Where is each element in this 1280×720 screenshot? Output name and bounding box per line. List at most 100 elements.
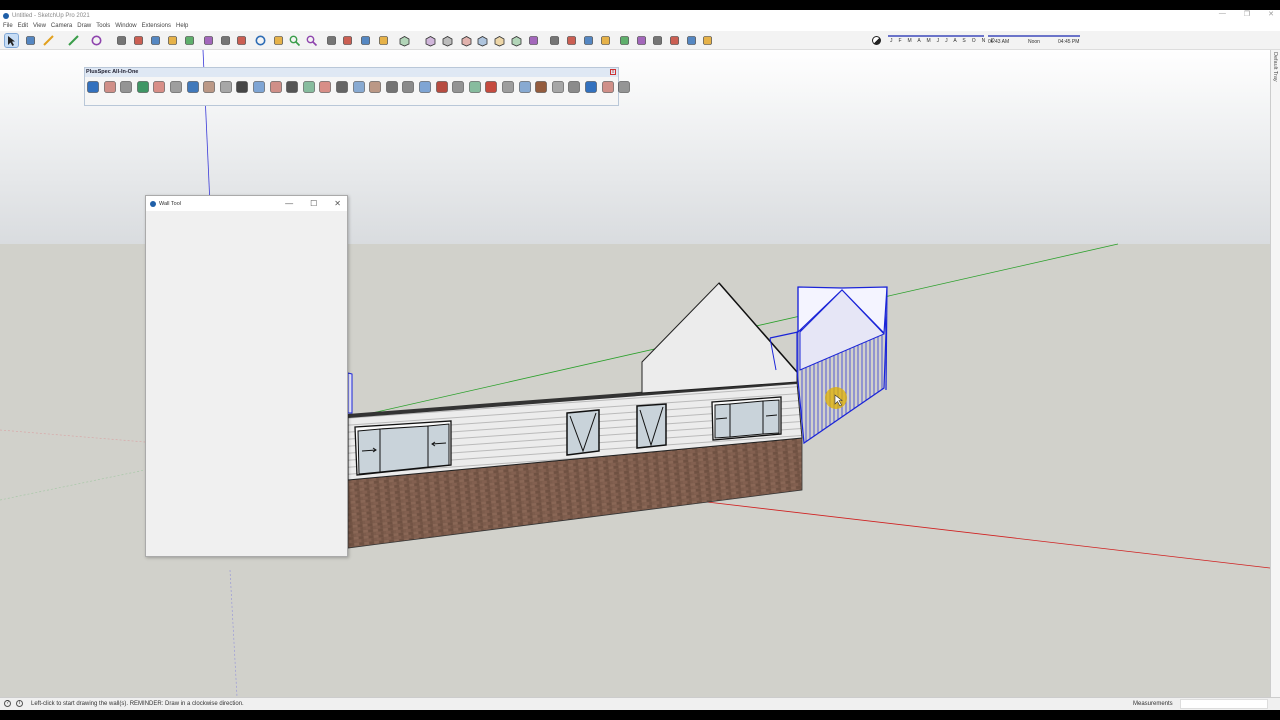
refresh-icon[interactable] — [518, 80, 532, 94]
menu-camera[interactable]: Camera — [51, 23, 72, 29]
framing-icon[interactable] — [468, 80, 482, 94]
help-icon[interactable] — [584, 80, 598, 94]
rotate-icon[interactable] — [166, 34, 179, 47]
tag-icon[interactable] — [202, 80, 216, 94]
walk-icon[interactable] — [548, 34, 561, 47]
back-view-icon[interactable] — [476, 34, 489, 47]
default-tray[interactable]: Default Tray — [1270, 50, 1280, 697]
menu-draw[interactable]: Draw — [77, 23, 91, 29]
truss-icon[interactable] — [235, 80, 249, 94]
scale-icon[interactable] — [183, 34, 196, 47]
report-icon[interactable] — [119, 80, 133, 94]
front-view-icon[interactable] — [441, 34, 454, 47]
back-edges-icon[interactable] — [618, 34, 631, 47]
stair-icon[interactable] — [335, 80, 349, 94]
hidden-line-icon[interactable] — [651, 34, 664, 47]
circle-icon[interactable] — [90, 34, 103, 47]
shaded-textures-icon[interactable] — [685, 34, 698, 47]
render-icon[interactable] — [152, 80, 166, 94]
beam-icon[interactable] — [318, 80, 332, 94]
tape-measure-icon[interactable] — [202, 34, 215, 47]
awning-window-1[interactable] — [566, 409, 600, 456]
door-icon[interactable] — [269, 80, 283, 94]
color-icon[interactable] — [501, 80, 515, 94]
ifc-icon[interactable] — [617, 80, 631, 94]
menu-tools[interactable]: Tools — [96, 23, 110, 29]
schedule-icon[interactable] — [435, 80, 449, 94]
window-icon[interactable] — [285, 80, 299, 94]
sliding-window-left[interactable] — [354, 420, 452, 476]
iso-view-icon[interactable] — [398, 34, 411, 47]
shadows-icon[interactable] — [377, 34, 390, 47]
paint-bucket-icon[interactable] — [235, 34, 248, 47]
column-icon[interactable] — [302, 80, 316, 94]
arc-icon[interactable] — [67, 34, 80, 47]
plusspec-close-button[interactable]: x — [610, 69, 616, 75]
measurements-input[interactable] — [1180, 699, 1268, 709]
menu-view[interactable]: View — [33, 23, 46, 29]
menu-help[interactable]: Help — [176, 23, 188, 29]
move-icon[interactable] — [149, 34, 162, 47]
zoom-icon[interactable] — [288, 34, 301, 47]
wall-tool-close-button[interactable]: ✕ — [334, 199, 341, 208]
wall-tool-maximize-button[interactable]: ☐ — [310, 199, 317, 208]
wall-tool-minimize-button[interactable]: — — [285, 199, 293, 208]
paint-icon[interactable] — [219, 80, 233, 94]
menu-extensions[interactable]: Extensions — [142, 23, 171, 29]
select-icon[interactable] — [4, 33, 19, 48]
clash-icon[interactable] — [136, 80, 150, 94]
shadow-toggle-icon[interactable] — [872, 36, 881, 45]
eraser-icon[interactable] — [24, 34, 37, 47]
time-slider[interactable] — [988, 35, 1080, 37]
bottom-view-icon[interactable] — [510, 34, 523, 47]
menu-window[interactable]: Window — [115, 23, 136, 29]
menu-file[interactable]: File — [3, 23, 13, 29]
styles-icon[interactable] — [325, 34, 338, 47]
parallel-icon[interactable] — [527, 34, 540, 47]
2d-ezi-icon[interactable] — [86, 80, 100, 94]
slab-icon[interactable] — [401, 80, 415, 94]
pan-icon[interactable] — [272, 34, 285, 47]
zoom-extents-icon[interactable] — [305, 34, 318, 47]
wireframe-icon[interactable] — [635, 34, 648, 47]
joist-icon[interactable] — [352, 80, 366, 94]
dollar-icon[interactable] — [534, 80, 548, 94]
see-all-icon[interactable] — [601, 80, 615, 94]
roof-icon[interactable] — [368, 80, 382, 94]
right-view-icon[interactable] — [460, 34, 473, 47]
footing-icon[interactable] — [418, 80, 432, 94]
orbit-icon[interactable] — [254, 34, 267, 47]
dimension-icon[interactable] — [219, 34, 232, 47]
xray-icon[interactable] — [599, 34, 612, 47]
site-icon[interactable] — [484, 80, 498, 94]
geo-location-icon[interactable]: ? — [4, 700, 11, 707]
selected-wall-segment[interactable] — [347, 372, 353, 414]
follow-me-icon[interactable] — [132, 34, 145, 47]
month-slider[interactable] — [888, 35, 984, 37]
sliding-window-right[interactable] — [711, 396, 782, 441]
wall-tool-icon[interactable] — [252, 80, 266, 94]
look-around-icon[interactable] — [565, 34, 578, 47]
floor-icon[interactable] — [385, 80, 399, 94]
position-camera-icon[interactable] — [582, 34, 595, 47]
restore-button[interactable]: ❐ — [1244, 10, 1250, 18]
shadow-settings-bar[interactable]: J F M A M J J A S O N D 06:43 AM Noon 04… — [868, 34, 1084, 47]
monochrome-icon[interactable] — [701, 34, 714, 47]
tools-icon[interactable] — [567, 80, 581, 94]
grid-icon[interactable] — [451, 80, 465, 94]
layers-icon[interactable] — [341, 34, 354, 47]
pencil-line-icon[interactable] — [42, 34, 55, 47]
close-button[interactable]: ✕ — [1268, 10, 1274, 18]
block-icon[interactable] — [169, 80, 183, 94]
left-view-icon[interactable] — [493, 34, 506, 47]
awning-window-2[interactable] — [636, 403, 667, 449]
bim-icon[interactable] — [551, 80, 565, 94]
minimize-button[interactable]: — — [1219, 10, 1226, 18]
instructor-info-icon[interactable]: i — [16, 700, 23, 707]
section-icon[interactable] — [359, 34, 372, 47]
shaded-icon[interactable] — [668, 34, 681, 47]
estimate-icon[interactable] — [103, 80, 117, 94]
menu-edit[interactable]: Edit — [18, 23, 28, 29]
push-pull-icon[interactable] — [115, 34, 128, 47]
layers-icon[interactable] — [186, 80, 200, 94]
